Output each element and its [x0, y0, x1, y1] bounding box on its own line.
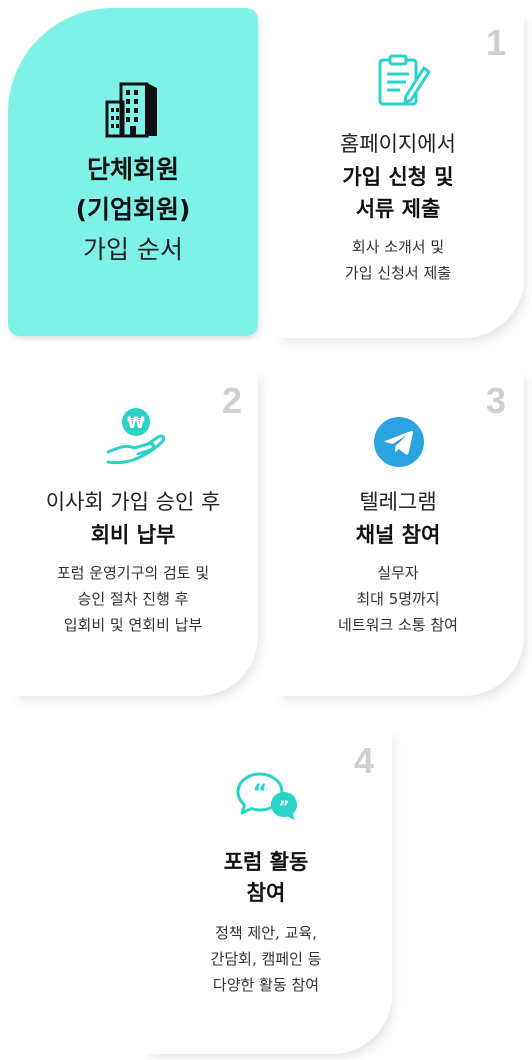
hero-subtitle: 가입 순서 — [83, 235, 183, 264]
step-card-1: 1 홈페이지에서 가입 신청 및 서류 제출 회사 소개서 및 가입 신청서 제… — [272, 8, 524, 338]
step-desc-line2: 최대 5명까지 — [356, 590, 440, 608]
step-bold-line2: 서류 제출 — [355, 197, 441, 221]
svg-text:₩: ₩ — [127, 413, 145, 432]
step-desc-line2: 승인 절차 진행 후 — [77, 590, 189, 608]
step-line: 이사회 가입 승인 후 — [45, 490, 221, 514]
step-bold-line1: 포럼 활동 — [223, 850, 309, 874]
step-desc-line3: 네트워크 소통 참여 — [338, 616, 458, 634]
step-number: 3 — [485, 380, 506, 421]
step-number: 2 — [221, 380, 242, 421]
svg-text:”: ” — [279, 797, 290, 816]
step-desc-line1: 정책 제안, 교육, — [215, 924, 317, 942]
step-desc-line3: 다양한 활동 참여 — [212, 976, 320, 994]
step-desc-line1: 실무자 — [377, 564, 419, 582]
telegram-icon — [374, 417, 424, 467]
step-line: 텔레그램 — [359, 490, 437, 514]
step-bold-line2: 참여 — [246, 881, 286, 905]
step-bold-line1: 가입 신청 및 — [342, 165, 454, 189]
step-card-2: 2 ₩ 이사회 가입 승인 후 회비 납부 포럼 운영기구의 검토 및 승인 절… — [8, 366, 258, 696]
hero-card: 단체회원 (기업회원) 가입 순서 — [8, 8, 258, 336]
step-desc-line1: 회사 소개서 및 — [351, 238, 445, 256]
step-desc-line3: 입회비 및 연회비 납부 — [63, 616, 203, 634]
step-card-3: 3 텔레그램 채널 참여 실무자 최대 5명까지 네트워크 소통 참여 — [272, 366, 524, 696]
svg-text:“: “ — [253, 781, 267, 806]
hero-title-line1: 단체회원 — [86, 155, 179, 184]
step-desc-line2: 가입 신청서 제출 — [344, 264, 452, 282]
hand-coin-icon: ₩ — [106, 408, 166, 465]
step-card-4: 4 “ ” 포럼 활동 참여 정책 제안, 교육, 간담회, 캠페인 등 다양한… — [140, 726, 392, 1054]
step-desc-line2: 간담회, 캠페인 등 — [210, 950, 322, 968]
step-number: 1 — [485, 22, 506, 63]
step-line: 홈페이지에서 — [340, 132, 456, 156]
step-bold-line1: 채널 참여 — [355, 523, 441, 547]
hero-title-line2: (기업회원) — [75, 195, 191, 224]
building-icon — [105, 82, 157, 138]
document-pen-icon — [378, 54, 431, 106]
chat-bubbles-icon: “ ” — [236, 772, 297, 820]
step-desc-line1: 포럼 운영기구의 검토 및 — [56, 564, 210, 582]
step-number: 4 — [353, 740, 374, 781]
step-bold-line1: 회비 납부 — [90, 523, 176, 547]
